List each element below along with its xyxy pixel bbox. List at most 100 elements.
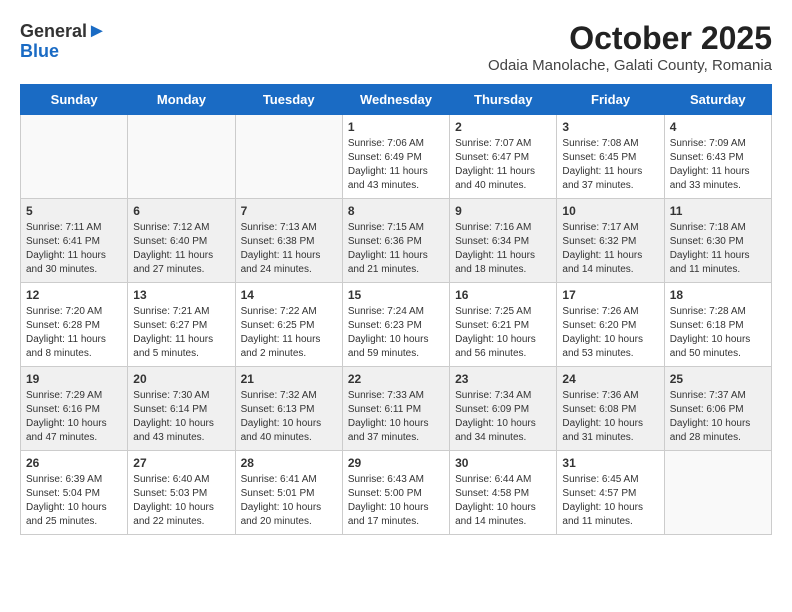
title-section: October 2025 Odaia Manolache, Galati Cou… bbox=[488, 20, 772, 74]
calendar-table: SundayMondayTuesdayWednesdayThursdayFrid… bbox=[20, 84, 772, 535]
calendar-week-row: 12 Sunrise: 7:20 AM Sunset: 6:28 PM Dayli… bbox=[21, 283, 772, 367]
day-number: 27 bbox=[133, 456, 229, 470]
day-cell-content: Sunrise: 7:09 AM Sunset: 6:43 PM Dayligh… bbox=[670, 137, 766, 193]
day-cell-content: Sunrise: 7:13 AM Sunset: 6:38 PM Dayligh… bbox=[241, 221, 337, 277]
calendar-cell: 28Sunrise: 6:41 AM Sunset: 5:01 PM Dayli… bbox=[235, 451, 342, 535]
weekday-header-wednesday: Wednesday bbox=[342, 85, 449, 115]
day-number: 4 bbox=[670, 120, 766, 134]
day-cell-content: Sunrise: 6:41 AM Sunset: 5:01 PM Dayligh… bbox=[241, 473, 337, 529]
day-number: 9 bbox=[455, 204, 551, 218]
calendar-cell: 20Sunrise: 7:30 AM Sunset: 6:14 PM Dayli… bbox=[128, 367, 235, 451]
day-cell-content: Sunrise: 7:36 AM Sunset: 6:08 PM Dayligh… bbox=[562, 389, 658, 445]
day-cell-content: Sunrise: 7:20 AM Sunset: 6:28 PM Dayligh… bbox=[26, 305, 122, 361]
day-cell-content: Sunrise: 7:16 AM Sunset: 6:34 PM Dayligh… bbox=[455, 221, 551, 277]
day-number: 3 bbox=[562, 120, 658, 134]
day-cell-content: Sunrise: 7:22 AM Sunset: 6:25 PM Dayligh… bbox=[241, 305, 337, 361]
day-number: 21 bbox=[241, 372, 337, 386]
weekday-header-saturday: Saturday bbox=[664, 85, 771, 115]
calendar-cell bbox=[128, 115, 235, 199]
location-title: Odaia Manolache, Galati County, Romania bbox=[488, 57, 772, 74]
calendar-cell: 27 Sunrise: 6:40 AM Sunset: 5:03 PM Dayli… bbox=[128, 451, 235, 535]
weekday-header-tuesday: Tuesday bbox=[235, 85, 342, 115]
calendar-cell: 10 Sunrise: 7:17 AM Sunset: 6:32 PM Dayli… bbox=[557, 199, 664, 283]
calendar-cell: 14 Sunrise: 7:22 AM Sunset: 6:25 PM Dayli… bbox=[235, 283, 342, 367]
weekday-header-sunday: Sunday bbox=[21, 85, 128, 115]
day-number: 30 bbox=[455, 456, 551, 470]
calendar-cell: 19Sunrise: 7:29 AM Sunset: 6:16 PM Dayli… bbox=[21, 367, 128, 451]
calendar-cell: 6 Sunrise: 7:12 AM Sunset: 6:40 PM Daylig… bbox=[128, 199, 235, 283]
calendar-cell: 3Sunrise: 7:08 AM Sunset: 6:45 PM Daylig… bbox=[557, 115, 664, 199]
calendar-cell: 17 Sunrise: 7:26 AM Sunset: 6:20 PM Dayli… bbox=[557, 283, 664, 367]
weekday-header-thursday: Thursday bbox=[450, 85, 557, 115]
day-number: 16 bbox=[455, 288, 551, 302]
day-cell-content: Sunrise: 7:32 AM Sunset: 6:13 PM Dayligh… bbox=[241, 389, 337, 445]
calendar-cell: 9 Sunrise: 7:16 AM Sunset: 6:34 PM Daylig… bbox=[450, 199, 557, 283]
calendar-cell: 4 Sunrise: 7:09 AM Sunset: 6:43 PM Daylig… bbox=[664, 115, 771, 199]
day-cell-content: Sunrise: 7:11 AM Sunset: 6:41 PM Dayligh… bbox=[26, 221, 122, 277]
day-number: 11 bbox=[670, 204, 766, 218]
calendar-cell: 23Sunrise: 7:34 AM Sunset: 6:09 PM Dayli… bbox=[450, 367, 557, 451]
day-cell-content: Sunrise: 7:33 AM Sunset: 6:11 PM Dayligh… bbox=[348, 389, 444, 445]
day-cell-content: Sunrise: 7:15 AM Sunset: 6:36 PM Dayligh… bbox=[348, 221, 444, 277]
calendar-cell bbox=[235, 115, 342, 199]
day-number: 14 bbox=[241, 288, 337, 302]
day-cell-content: Sunrise: 7:07 AM Sunset: 6:47 PM Dayligh… bbox=[455, 137, 551, 193]
day-number: 31 bbox=[562, 456, 658, 470]
weekday-header-friday: Friday bbox=[557, 85, 664, 115]
day-number: 23 bbox=[455, 372, 551, 386]
day-cell-content: Sunrise: 7:30 AM Sunset: 6:14 PM Dayligh… bbox=[133, 389, 229, 445]
calendar-cell: 29 Sunrise: 6:43 AM Sunset: 5:00 PM Dayli… bbox=[342, 451, 449, 535]
calendar-cell: 25 Sunrise: 7:37 AM Sunset: 6:06 PM Dayli… bbox=[664, 367, 771, 451]
day-number: 8 bbox=[348, 204, 444, 218]
day-number: 22 bbox=[348, 372, 444, 386]
day-number: 12 bbox=[26, 288, 122, 302]
day-cell-content: Sunrise: 7:12 AM Sunset: 6:40 PM Dayligh… bbox=[133, 221, 229, 277]
day-number: 25 bbox=[670, 372, 766, 386]
day-number: 19 bbox=[26, 372, 122, 386]
day-cell-content: Sunrise: 7:18 AM Sunset: 6:30 PM Dayligh… bbox=[670, 221, 766, 277]
day-cell-content: Sunrise: 7:37 AM Sunset: 6:06 PM Dayligh… bbox=[670, 389, 766, 445]
calendar-cell: 7Sunrise: 7:13 AM Sunset: 6:38 PM Daylig… bbox=[235, 199, 342, 283]
calendar-cell: 11 Sunrise: 7:18 AM Sunset: 6:30 PM Dayli… bbox=[664, 199, 771, 283]
calendar-cell: 15 Sunrise: 7:24 AM Sunset: 6:23 PM Dayli… bbox=[342, 283, 449, 367]
day-cell-content: Sunrise: 7:21 AM Sunset: 6:27 PM Dayligh… bbox=[133, 305, 229, 361]
day-number: 29 bbox=[348, 456, 444, 470]
day-number: 18 bbox=[670, 288, 766, 302]
calendar-cell: 1Sunrise: 7:06 AM Sunset: 6:49 PM Daylig… bbox=[342, 115, 449, 199]
calendar-cell: 22 Sunrise: 7:33 AM Sunset: 6:11 PM Dayli… bbox=[342, 367, 449, 451]
day-number: 10 bbox=[562, 204, 658, 218]
day-number: 15 bbox=[348, 288, 444, 302]
calendar-cell: 16 Sunrise: 7:25 AM Sunset: 6:21 PM Dayli… bbox=[450, 283, 557, 367]
calendar-cell: 8 Sunrise: 7:15 AM Sunset: 6:36 PM Daylig… bbox=[342, 199, 449, 283]
day-cell-content: Sunrise: 7:26 AM Sunset: 6:20 PM Dayligh… bbox=[562, 305, 658, 361]
calendar-cell: 12 Sunrise: 7:20 AM Sunset: 6:28 PM Dayli… bbox=[21, 283, 128, 367]
calendar-cell: 18Sunrise: 7:28 AM Sunset: 6:18 PM Dayli… bbox=[664, 283, 771, 367]
logo-blue: Blue bbox=[20, 41, 59, 61]
logo-general: General bbox=[20, 21, 87, 41]
calendar-cell: 24 Sunrise: 7:36 AM Sunset: 6:08 PM Dayli… bbox=[557, 367, 664, 451]
day-cell-content: Sunrise: 6:40 AM Sunset: 5:03 PM Dayligh… bbox=[133, 473, 229, 529]
day-number: 17 bbox=[562, 288, 658, 302]
calendar-week-row: 5 Sunrise: 7:11 AM Sunset: 6:41 PM Daylig… bbox=[21, 199, 772, 283]
day-cell-content: Sunrise: 6:45 AM Sunset: 4:57 PM Dayligh… bbox=[562, 473, 658, 529]
day-cell-content: Sunrise: 7:24 AM Sunset: 6:23 PM Dayligh… bbox=[348, 305, 444, 361]
calendar-cell: 26Sunrise: 6:39 AM Sunset: 5:04 PM Dayli… bbox=[21, 451, 128, 535]
page-container: General► Blue October 2025 Odaia Manolac… bbox=[20, 20, 772, 535]
calendar-cell: 30Sunrise: 6:44 AM Sunset: 4:58 PM Dayli… bbox=[450, 451, 557, 535]
day-cell-content: Sunrise: 7:17 AM Sunset: 6:32 PM Dayligh… bbox=[562, 221, 658, 277]
calendar-week-row: 26Sunrise: 6:39 AM Sunset: 5:04 PM Dayli… bbox=[21, 451, 772, 535]
calendar-cell: 31 Sunrise: 6:45 AM Sunset: 4:57 PM Dayli… bbox=[557, 451, 664, 535]
day-cell-content: Sunrise: 6:43 AM Sunset: 5:00 PM Dayligh… bbox=[348, 473, 444, 529]
weekday-header-monday: Monday bbox=[128, 85, 235, 115]
day-cell-content: Sunrise: 7:25 AM Sunset: 6:21 PM Dayligh… bbox=[455, 305, 551, 361]
day-number: 26 bbox=[26, 456, 122, 470]
weekday-header-row: SundayMondayTuesdayWednesdayThursdayFrid… bbox=[21, 85, 772, 115]
day-number: 2 bbox=[455, 120, 551, 134]
day-number: 24 bbox=[562, 372, 658, 386]
day-number: 13 bbox=[133, 288, 229, 302]
day-number: 5 bbox=[26, 204, 122, 218]
day-number: 6 bbox=[133, 204, 229, 218]
month-title: October 2025 bbox=[488, 20, 772, 57]
calendar-cell: 21 Sunrise: 7:32 AM Sunset: 6:13 PM Dayli… bbox=[235, 367, 342, 451]
calendar-cell: 5 Sunrise: 7:11 AM Sunset: 6:41 PM Daylig… bbox=[21, 199, 128, 283]
